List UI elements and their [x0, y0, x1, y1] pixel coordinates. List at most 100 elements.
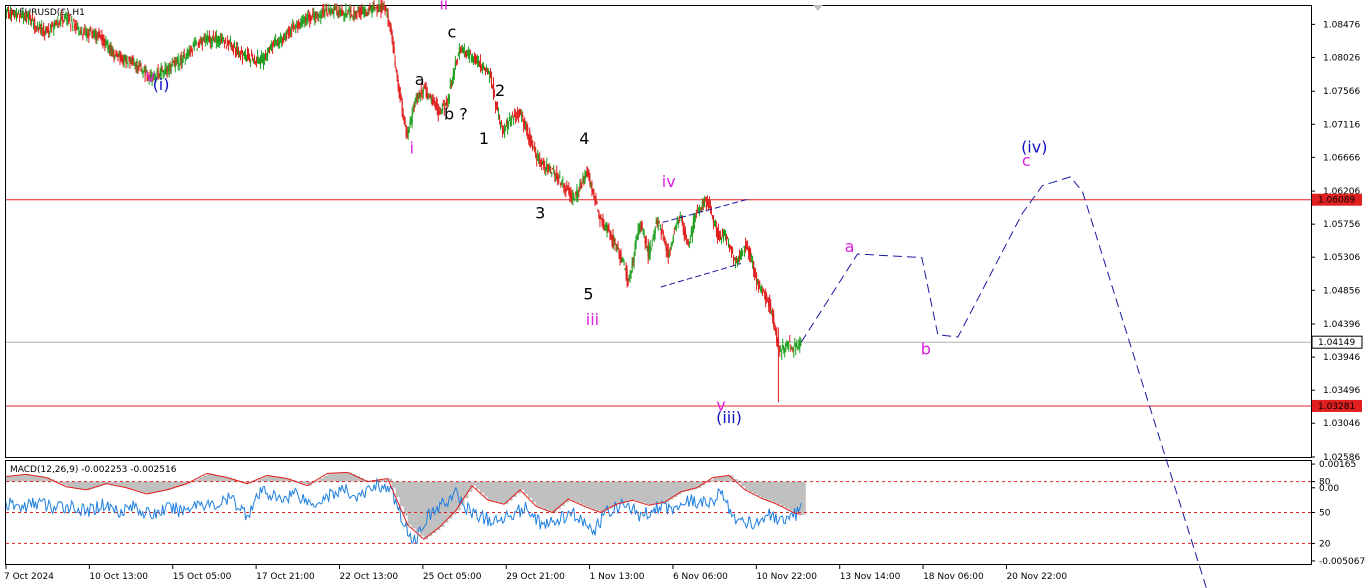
candle-body: [17, 13, 20, 15]
macd-bar: [415, 481, 421, 533]
macd-bar: [520, 481, 525, 490]
candle-body: [344, 15, 346, 17]
candle-body: [229, 41, 232, 43]
macd-bar: [532, 481, 537, 503]
candle-body: [347, 11, 349, 13]
candle-body: [395, 68, 397, 72]
candle-body: [509, 122, 512, 124]
macd-tick-label: 0.00: [1319, 484, 1339, 494]
candle-body: [696, 209, 698, 211]
macd-bar: [122, 481, 127, 487]
macd-bar: [801, 481, 806, 515]
macd-bar: [82, 481, 87, 490]
macd-bar: [399, 481, 405, 507]
macd-bar: [600, 481, 605, 513]
macd-bar: [588, 481, 593, 508]
macd-bar: [660, 481, 666, 503]
candle-body: [345, 9, 347, 14]
candle-body: [45, 28, 47, 33]
candle-body: [641, 223, 643, 229]
macd-bar: [652, 481, 658, 505]
candle-body: [651, 245, 653, 247]
candle-body: [316, 11, 318, 13]
time-tick-label: 22 Oct 13:00: [339, 572, 398, 582]
candle-body: [21, 13, 24, 18]
candle-body: [385, 9, 387, 11]
candle-body: [574, 198, 576, 201]
time-axis[interactable]: 7 Oct 2024 10 Oct 13:00 15 Oct 05:00 17 Oct…: [4, 565, 1067, 582]
candle-body: [421, 93, 423, 95]
candle-body: [411, 112, 413, 122]
candle-body: [731, 248, 734, 254]
candle-body: [169, 64, 171, 69]
candle-body: [577, 192, 579, 197]
candle-body: [753, 261, 755, 272]
candle-body: [742, 246, 745, 248]
price-tick-label: 1.03946: [1323, 353, 1360, 363]
macd-bar: [395, 481, 401, 498]
macd-bar: [158, 481, 164, 492]
candle-body: [724, 234, 727, 236]
candle-body: [373, 4, 375, 8]
candle-body: [713, 221, 716, 223]
candle-body: [549, 166, 551, 172]
candle-body: [221, 38, 223, 40]
candle-body: [679, 216, 681, 218]
candle-body: [552, 168, 554, 170]
macd-bar: [785, 481, 790, 509]
candle-body: [749, 250, 752, 258]
macd-bar: [572, 481, 577, 501]
candle-body: [230, 42, 233, 46]
candle-body: [419, 92, 421, 98]
candle-body: [545, 170, 547, 172]
time-tick-label: 1 Nov 13:00: [590, 572, 645, 582]
candle-body: [76, 25, 78, 27]
candle-body: [553, 171, 555, 173]
macd-bar: [724, 475, 730, 482]
candle-body: [672, 236, 674, 243]
macd-bar: [479, 481, 485, 493]
candle-body: [126, 56, 128, 62]
candle-body: [488, 76, 491, 81]
candle-body: [388, 21, 390, 23]
price-axis[interactable]: 1.084761.080261.075661.071161.066661.062…: [1311, 20, 1363, 463]
candle-body: [225, 45, 228, 47]
candle-body: [224, 37, 227, 40]
price-tick-label: 1.05306: [1323, 253, 1360, 263]
candle-body: [673, 233, 675, 235]
macd-bar: [628, 481, 634, 502]
candle-body: [161, 68, 163, 70]
macd-bar: [716, 476, 722, 482]
candle-body: [190, 49, 192, 52]
candle-body: [275, 40, 277, 43]
candle-body: [245, 55, 248, 57]
candle-body: [678, 217, 680, 219]
candle-body: [642, 230, 644, 235]
candle-body: [372, 7, 374, 11]
candle-body: [481, 66, 484, 68]
candle-body: [311, 17, 313, 20]
candle-body: [516, 114, 518, 116]
candle-body: [139, 62, 141, 67]
macd-bar: [496, 481, 501, 503]
candle-body: [211, 40, 213, 42]
candle-body: [694, 216, 696, 218]
candle-body: [596, 201, 598, 204]
candle-body: [627, 280, 629, 286]
time-tick-label: 25 Oct 05:00: [423, 572, 482, 582]
candle-body: [645, 236, 647, 244]
macd-bar: [403, 481, 409, 516]
candle-body: [469, 54, 472, 56]
candle-body: [441, 108, 443, 111]
price-chart[interactable]: EURUSD(€),H1 MACD(12,26,9) -0.002253 -0.…: [0, 0, 1366, 588]
candle-body: [761, 288, 763, 290]
macd-bar: [580, 481, 585, 505]
candle-body: [662, 232, 664, 236]
candle-body: [36, 25, 38, 28]
candle-body: [341, 9, 343, 16]
macd-bar: [202, 475, 208, 482]
wave-label: ii: [439, 0, 448, 13]
candle-body: [779, 350, 781, 353]
candle-body: [722, 235, 725, 240]
candle-body: [463, 49, 466, 52]
